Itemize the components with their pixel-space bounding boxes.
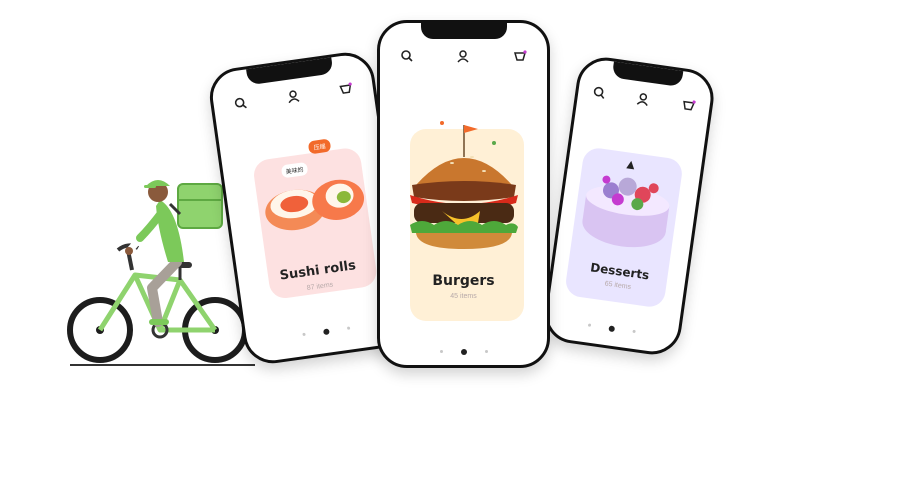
page-dot[interactable] — [484, 350, 488, 354]
top-bar — [591, 85, 696, 115]
search-icon[interactable] — [233, 96, 249, 112]
burger-image — [410, 121, 518, 249]
page-dot[interactable] — [346, 326, 351, 331]
user-icon[interactable] — [456, 49, 470, 63]
phone-desserts: Desserts 65 items — [540, 53, 718, 359]
basket-icon[interactable] — [338, 81, 354, 97]
top-bar — [400, 49, 527, 65]
page-dot[interactable] — [439, 350, 443, 354]
basket-icon[interactable] — [513, 49, 527, 63]
top-bar — [233, 81, 354, 114]
page-dot[interactable] — [302, 332, 306, 337]
category-title: Burgers — [432, 273, 495, 289]
item-count: 45 items — [450, 293, 477, 300]
user-icon[interactable] — [635, 91, 651, 107]
search-icon[interactable] — [592, 85, 608, 101]
page-dot-active[interactable] — [608, 325, 616, 332]
pagination-dots — [545, 311, 678, 347]
phone-notch — [611, 59, 684, 88]
app-showcase: 美味的 压缩 Sushi rolls 87 items Desserts 65 … — [0, 0, 922, 486]
sushi-rolls-image — [265, 179, 365, 231]
phone-notch — [245, 55, 334, 86]
pagination-dots — [380, 343, 547, 361]
dessert-image — [582, 160, 670, 248]
page-dot-active[interactable] — [322, 328, 330, 335]
phone-burgers: Burgers 45 items — [377, 20, 550, 368]
search-icon[interactable] — [400, 49, 414, 63]
basket-icon[interactable] — [681, 97, 697, 113]
page-dot-active[interactable] — [460, 348, 467, 355]
page-dot[interactable] — [632, 329, 636, 334]
phone-notch — [420, 23, 507, 39]
user-icon[interactable] — [285, 88, 301, 104]
page-dot[interactable] — [587, 323, 592, 328]
